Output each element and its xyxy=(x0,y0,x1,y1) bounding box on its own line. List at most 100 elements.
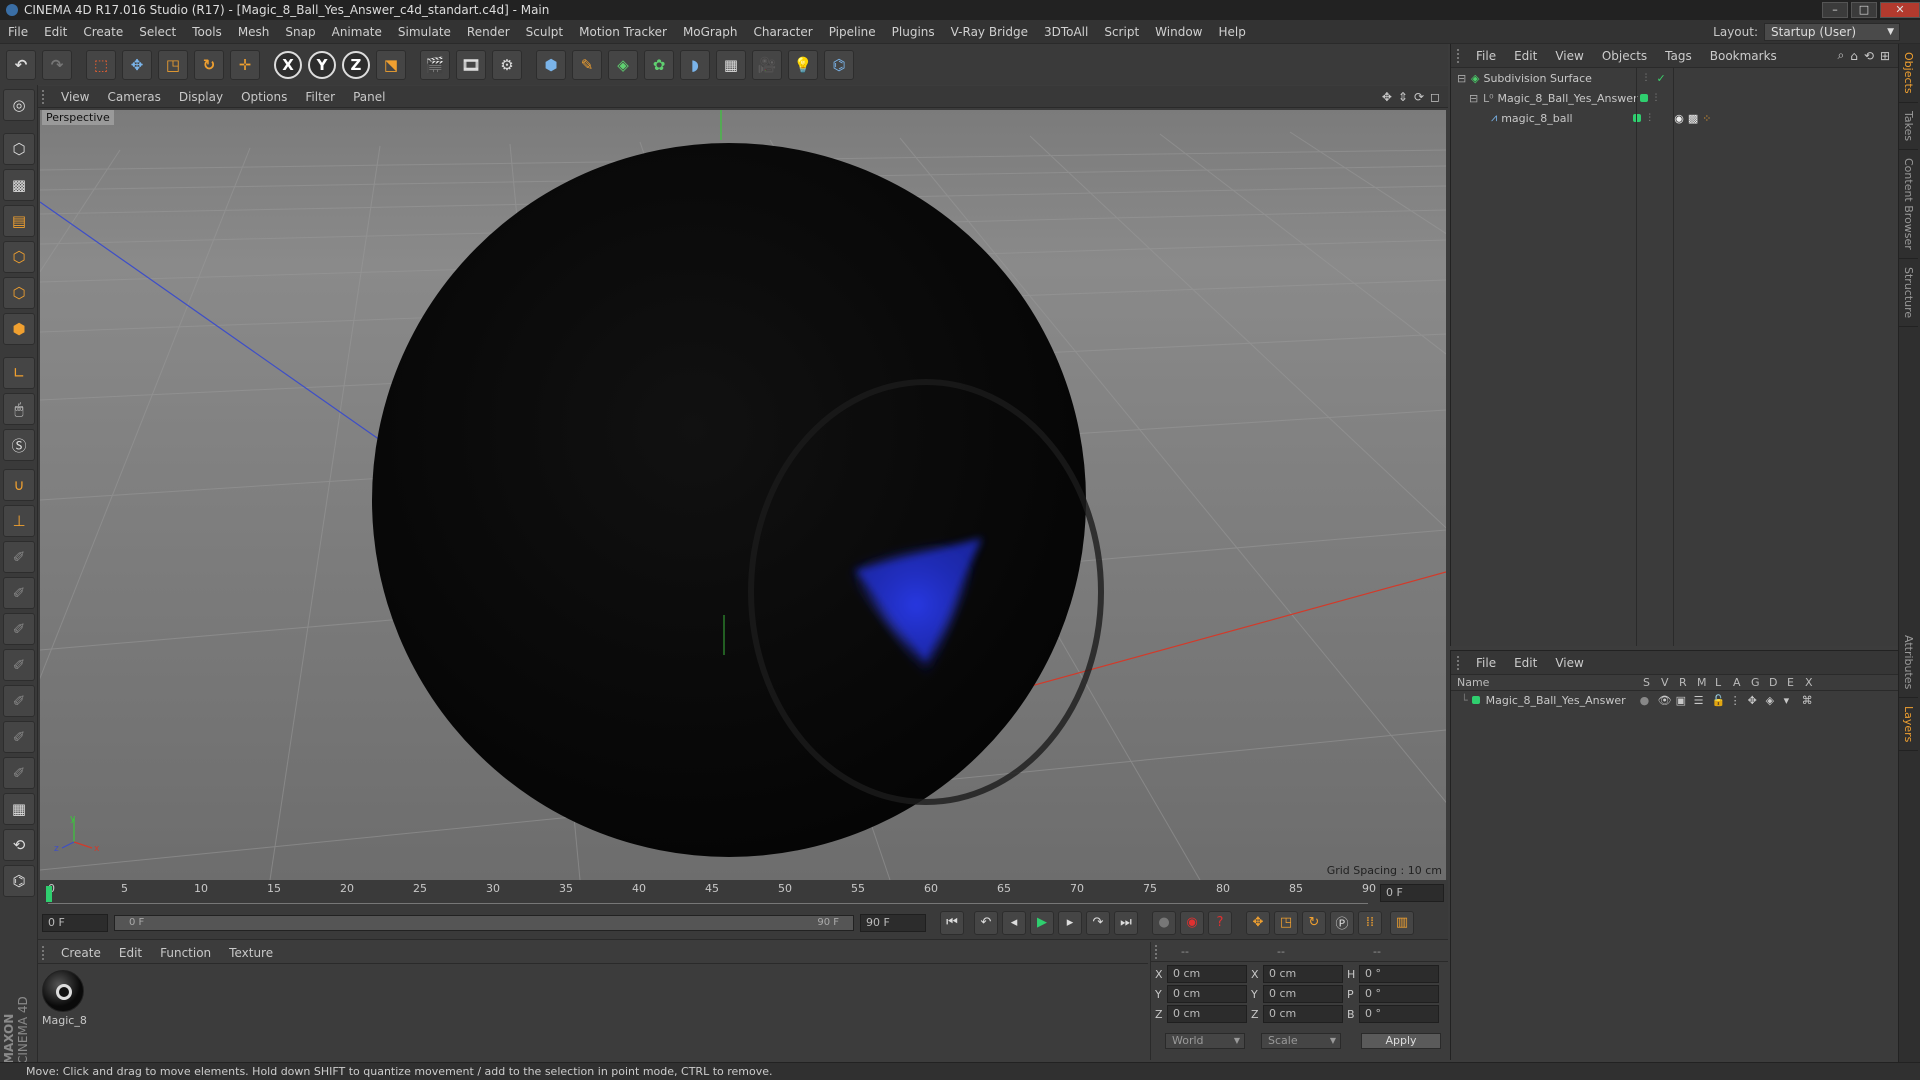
om-menu-bookmarks[interactable]: Bookmarks xyxy=(1701,44,1786,68)
menu-create[interactable]: Create xyxy=(75,20,131,44)
position-z-field[interactable]: 0 cm xyxy=(1167,1005,1247,1023)
maximize-button[interactable]: □ xyxy=(1851,2,1877,18)
material-menu-edit[interactable]: Edit xyxy=(110,942,151,964)
manager-toggle-icon[interactable]: ☰ xyxy=(1694,694,1712,707)
viewport-move-icon[interactable]: ✥ xyxy=(1382,90,1392,104)
scale-key-button[interactable]: ◳ xyxy=(1274,910,1298,935)
animation-toggle-icon[interactable]: ⋮ xyxy=(1730,694,1748,707)
point-level-key-button[interactable]: ⁞⁞ xyxy=(1358,910,1382,935)
render-settings-button[interactable]: ⚙ xyxy=(492,49,522,80)
position-key-button[interactable]: ✥ xyxy=(1246,910,1270,935)
viewport-maximize-icon[interactable]: ◻ xyxy=(1430,90,1440,104)
next-key-button[interactable]: ↷ xyxy=(1086,910,1110,935)
tab-structure[interactable]: Structure xyxy=(1899,259,1918,327)
viewport-menu-display[interactable]: Display xyxy=(170,86,232,108)
record-keys-button[interactable]: ● xyxy=(1152,910,1176,935)
render-view-button[interactable]: 🎬 xyxy=(420,49,450,80)
sculpt-tool-4[interactable]: ✐ xyxy=(3,649,35,681)
solo-button[interactable]: Ⓢ xyxy=(3,429,35,461)
coordinate-system-button[interactable]: ⬔ xyxy=(376,49,406,80)
panel-grip[interactable] xyxy=(1457,655,1467,670)
playhead[interactable] xyxy=(46,886,52,902)
rotation-p-field[interactable]: 0 ° xyxy=(1359,985,1439,1003)
menu-plugins[interactable]: Plugins xyxy=(884,20,943,44)
viewport-menu-filter[interactable]: Filter xyxy=(296,86,344,108)
z-axis-lock-button[interactable]: Z xyxy=(342,50,370,79)
add-array-button[interactable]: ✿ xyxy=(644,49,674,80)
timeline-ruler[interactable]: 0 5 10 15 20 25 30 35 40 45 50 55 60 65 … xyxy=(38,880,1448,906)
sculpt-tool-1[interactable]: ✐ xyxy=(3,541,35,573)
expression-toggle-icon[interactable]: ▾ xyxy=(1784,694,1802,707)
lm-menu-view[interactable]: View xyxy=(1546,651,1592,675)
add-light-button[interactable]: 💡 xyxy=(788,49,818,80)
layer-color-dot[interactable] xyxy=(1639,94,1648,102)
menu-mograph[interactable]: MoGraph xyxy=(675,20,746,44)
panel-grip[interactable] xyxy=(42,945,52,960)
viewport-menu-cameras[interactable]: Cameras xyxy=(98,86,169,108)
tab-takes[interactable]: Takes xyxy=(1899,103,1918,150)
object-name[interactable]: magic_8_ball xyxy=(1501,112,1631,125)
om-menu-file[interactable]: File xyxy=(1467,44,1505,68)
panel-grip[interactable] xyxy=(1155,944,1165,959)
material-menu-create[interactable]: Create xyxy=(52,942,110,964)
viewport-zoom-icon[interactable]: ⇕ xyxy=(1398,90,1408,104)
material-menu-texture[interactable]: Texture xyxy=(220,942,282,964)
tweak-mode-button[interactable]: 🖱 xyxy=(3,393,35,425)
menu-vray-bridge[interactable]: V-Ray Bridge xyxy=(943,20,1036,44)
visibility-dots[interactable]: ⋮ xyxy=(1645,113,1654,123)
magic-8-ball[interactable] xyxy=(372,143,1086,857)
snap-button[interactable]: ∪ xyxy=(3,469,35,501)
axis-mode-button[interactable]: ∟ xyxy=(3,357,35,389)
menu-script[interactable]: Script xyxy=(1096,20,1147,44)
layer-name[interactable]: Magic_8_Ball_Yes_Answer xyxy=(1486,694,1640,707)
back-icon[interactable]: ⟲ xyxy=(1864,49,1874,63)
undo-button[interactable]: ↶ xyxy=(6,49,36,80)
workplane-mode-button[interactable]: ▤ xyxy=(3,205,35,237)
om-menu-view[interactable]: View xyxy=(1546,44,1592,68)
generator-toggle-icon[interactable]: ✥ xyxy=(1748,694,1766,707)
viewport-menu-view[interactable]: View xyxy=(52,86,98,108)
panel-grip[interactable] xyxy=(1457,48,1467,63)
size-y-field[interactable]: 0 cm xyxy=(1263,985,1343,1003)
menu-render[interactable]: Render xyxy=(459,20,518,44)
menu-snap[interactable]: Snap xyxy=(277,20,323,44)
panel-grip[interactable] xyxy=(42,89,52,104)
menu-3dtoall[interactable]: 3DToAll xyxy=(1036,20,1096,44)
workplane-axis-button[interactable]: ⊥ xyxy=(3,505,35,537)
play-button[interactable]: ▶ xyxy=(1030,910,1054,935)
size-x-field[interactable]: 0 cm xyxy=(1263,965,1343,983)
sculpt-tool-6[interactable]: ✐ xyxy=(3,721,35,753)
timeline-layout-button[interactable]: ▥ xyxy=(1390,910,1414,935)
scale-tool-button[interactable]: ◳ xyxy=(158,49,188,80)
tab-layers[interactable]: Layers xyxy=(1899,698,1918,752)
render-toggle-icon[interactable]: ▣ xyxy=(1676,694,1694,707)
object-row-magic-8-ball-yes-answer[interactable]: ⊟ L⁰ Magic_8_Ball_Yes_Answer ⋮ xyxy=(1451,88,1899,108)
add-subdivision-button[interactable]: ◈ xyxy=(608,49,638,80)
sculpt-tool-5[interactable]: ✐ xyxy=(3,685,35,717)
object-row-magic-8-ball[interactable]: ⩘ magic_8_ball ⋮ ◉ ▩ ⁘ xyxy=(1451,108,1899,128)
menu-file[interactable]: File xyxy=(0,20,36,44)
menu-tools[interactable]: Tools xyxy=(184,20,230,44)
previous-key-button[interactable]: ↶ xyxy=(974,910,998,935)
viewport-menu-panel[interactable]: Panel xyxy=(344,86,394,108)
lock-toggle-icon[interactable]: 🔓 xyxy=(1712,694,1730,707)
tab-objects[interactable]: Objects xyxy=(1899,44,1918,103)
tab-attributes[interactable]: Attributes xyxy=(1899,627,1918,698)
om-menu-edit[interactable]: Edit xyxy=(1505,44,1546,68)
y-axis-lock-button[interactable]: Y xyxy=(308,50,336,79)
new-panel-icon[interactable]: ⊞ xyxy=(1880,49,1890,63)
rotate-lock-button[interactable]: ⟲ xyxy=(3,829,35,861)
apply-button[interactable]: Apply xyxy=(1361,1033,1441,1049)
solo-toggle-icon[interactable]: ● xyxy=(1640,694,1658,707)
last-tool-button[interactable]: ✛ xyxy=(230,49,260,80)
python-script-button[interactable]: ⌬ xyxy=(3,865,35,897)
current-frame-field[interactable]: 0 F xyxy=(1380,884,1444,902)
position-x-field[interactable]: 0 cm xyxy=(1167,965,1247,983)
camera-label[interactable]: Perspective xyxy=(42,110,114,125)
scale-dropdown[interactable]: Scale ▼ xyxy=(1261,1033,1341,1049)
uvw-tag-icon[interactable]: ⁘ xyxy=(1702,112,1711,125)
redo-button[interactable]: ↷ xyxy=(42,49,72,80)
menu-window[interactable]: Window xyxy=(1147,20,1210,44)
menu-motion-tracker[interactable]: Motion Tracker xyxy=(571,20,675,44)
previous-frame-button[interactable]: ◂ xyxy=(1002,910,1026,935)
